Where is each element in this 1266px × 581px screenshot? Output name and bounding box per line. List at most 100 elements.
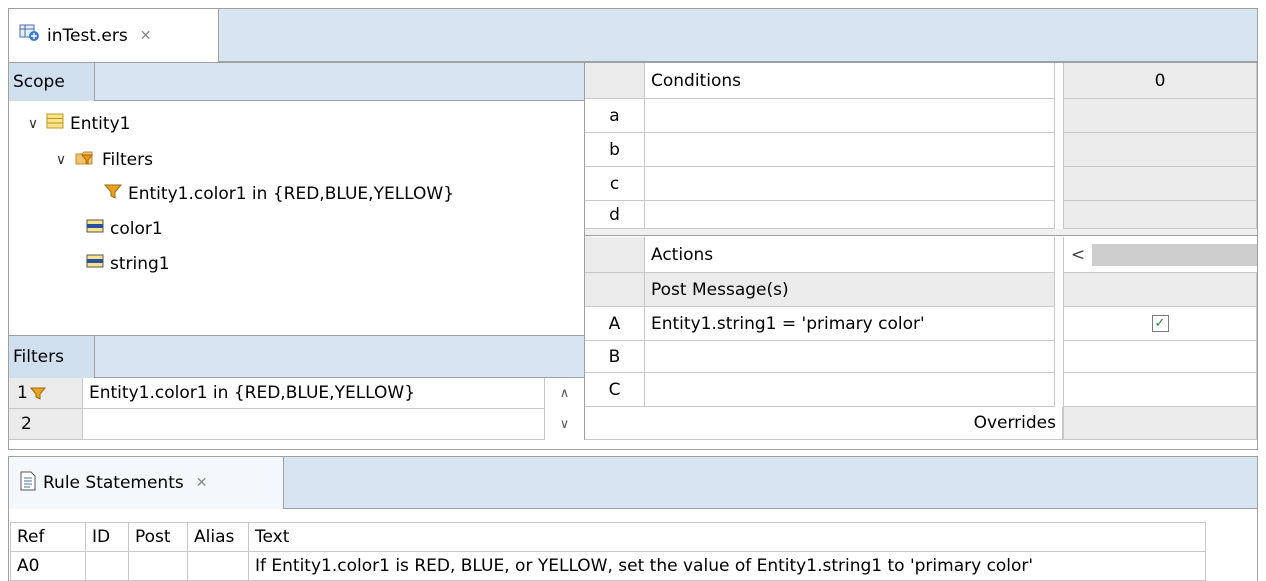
column-header[interactable]: Post — [128, 522, 188, 552]
rule-statements-title: Rule Statements — [43, 473, 184, 493]
action-cell[interactable]: Entity1.string1 = 'primary color' — [645, 307, 1055, 341]
overrides-label: Overrides — [973, 413, 1056, 433]
attribute-label: color1 — [110, 218, 163, 239]
action-cell[interactable] — [645, 373, 1055, 407]
row-number: 1 — [17, 383, 28, 403]
row-label: A — [608, 313, 621, 334]
checkmark-icon: ✓ — [1154, 316, 1166, 331]
tree-entity[interactable]: ∨ Entity1 — [26, 113, 130, 134]
chevron-down-icon[interactable]: ∨ — [26, 116, 40, 132]
condition-value[interactable] — [1063, 167, 1257, 201]
condition-cell[interactable] — [645, 99, 1055, 133]
attribute-icon — [86, 218, 104, 239]
tab-scope[interactable]: Scope — [9, 63, 95, 101]
post-messages-label: Post Message(s) — [651, 279, 789, 300]
condition-value[interactable] — [1063, 201, 1257, 229]
condition-row-label: c — [585, 167, 645, 201]
rules-file-icon — [19, 23, 41, 48]
column-header[interactable]: ID — [85, 522, 129, 552]
row-label: c — [609, 173, 620, 194]
column-header[interactable]: Text — [248, 522, 1206, 552]
actions-header: Actions — [645, 237, 1055, 273]
filters-node-label: Filters — [102, 149, 153, 170]
post-cell — [128, 551, 188, 581]
divider — [1055, 63, 1063, 99]
table-header-row: Ref ID Post Alias Text — [10, 522, 1206, 552]
filter-item-label: Entity1.color1 in {RED,BLUE,YELLOW} — [128, 183, 455, 204]
filters-header — [9, 336, 584, 378]
attribute-label: string1 — [110, 253, 170, 274]
column-number: 0 — [1154, 70, 1166, 91]
table-row[interactable]: A0 If Entity1.color1 is RED, BLUE, or YE… — [10, 551, 1206, 581]
action-value[interactable] — [1063, 341, 1257, 373]
ref-cell: A0 — [10, 551, 86, 581]
condition-cell[interactable] — [645, 133, 1055, 167]
checkbox[interactable]: ✓ — [1151, 315, 1169, 332]
editor-tab-title: inTest.ers — [47, 25, 128, 46]
scope-tab-label: Scope — [13, 72, 65, 92]
row-number: 2 — [21, 414, 32, 434]
tree-attr-color1[interactable]: color1 — [86, 218, 163, 239]
condition-row-label: d — [585, 201, 645, 229]
decision-table: Conditions 0 a b c d Actions < Post Mess… — [585, 63, 1257, 440]
filter-row-number: 1 — [9, 378, 83, 409]
attribute-icon — [86, 253, 104, 274]
action-row-label: C — [585, 373, 645, 407]
action-value[interactable] — [1063, 373, 1257, 407]
filter-row-number: 2 — [9, 409, 83, 440]
overrides-label-cell: Overrides — [585, 407, 1063, 440]
entity-icon — [46, 113, 64, 134]
row-label: d — [609, 204, 620, 225]
horizontal-scrollbar[interactable]: < — [1063, 237, 1257, 273]
corner-cell — [585, 273, 645, 307]
table-splitter[interactable] — [585, 229, 1257, 236]
column-header[interactable]: 0 — [1063, 63, 1257, 99]
column-header[interactable]: Ref — [10, 522, 86, 552]
row-label: b — [609, 139, 620, 160]
condition-row-label: b — [585, 133, 645, 167]
document-icon — [19, 471, 37, 496]
filters-scrollbar[interactable]: ∧ ∨ — [545, 378, 584, 440]
scrollbar-thumb[interactable] — [1092, 243, 1257, 266]
chevron-down-icon[interactable]: ∨ — [560, 417, 570, 432]
tab-filters[interactable]: Filters — [9, 336, 95, 378]
post-messages-header: Post Message(s) — [645, 273, 1055, 307]
chevron-up-icon[interactable]: ∧ — [560, 386, 570, 401]
condition-row-label: a — [585, 99, 645, 133]
condition-value[interactable] — [1063, 99, 1257, 133]
action-cell[interactable] — [645, 341, 1055, 373]
tree-filters[interactable]: ∨ Filters — [54, 148, 153, 171]
scroll-left-icon[interactable]: < — [1064, 245, 1092, 265]
close-icon[interactable]: ✕ — [196, 475, 208, 491]
overrides-value[interactable] — [1063, 407, 1257, 440]
action-row-label: A — [585, 307, 645, 341]
column-header[interactable]: Alias — [187, 522, 249, 552]
text-cell: If Entity1.color1 is RED, BLUE, or YELLO… — [248, 551, 1206, 581]
row-label: a — [609, 105, 620, 126]
editor-tab[interactable]: inTest.ers ✕ — [9, 9, 219, 62]
corner-cell — [585, 237, 645, 273]
condition-cell[interactable] — [645, 167, 1055, 201]
row-label: C — [608, 379, 621, 400]
condition-value[interactable] — [1063, 133, 1257, 167]
conditions-header: Conditions — [645, 63, 1055, 99]
actions-label: Actions — [651, 244, 714, 265]
chevron-down-icon[interactable]: ∨ — [54, 152, 68, 168]
entity-label: Entity1 — [70, 113, 131, 134]
filters-tab-label: Filters — [13, 347, 64, 367]
id-cell — [85, 551, 129, 581]
post-messages-value — [1063, 273, 1257, 307]
tree-filter-item[interactable]: Entity1.color1 in {RED,BLUE,YELLOW} — [103, 183, 455, 204]
close-icon[interactable]: ✕ — [140, 28, 152, 44]
filter-row-text[interactable] — [83, 409, 545, 440]
corner-cell — [585, 63, 645, 99]
rule-statements-tab[interactable]: Rule Statements ✕ — [9, 457, 284, 509]
action-value[interactable]: ✓ — [1063, 307, 1257, 341]
filter-icon — [103, 183, 123, 204]
tree-attr-string1[interactable]: string1 — [86, 253, 170, 274]
scope-header — [9, 63, 584, 101]
condition-cell[interactable] — [645, 201, 1055, 229]
filter-text: Entity1.color1 in {RED,BLUE,YELLOW} — [89, 383, 416, 403]
rule-statements-table: Ref ID Post Alias Text A0 If Entity1.col… — [10, 522, 1206, 581]
filter-row-text[interactable]: Entity1.color1 in {RED,BLUE,YELLOW} — [83, 378, 545, 409]
